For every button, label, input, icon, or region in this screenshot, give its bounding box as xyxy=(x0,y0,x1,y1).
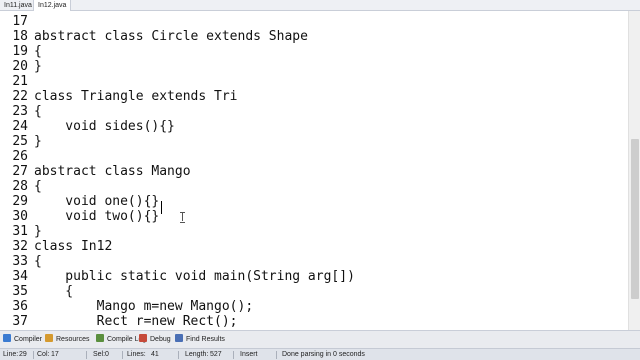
scrollbar-thumb[interactable] xyxy=(631,139,639,299)
code-line[interactable]: 33 { xyxy=(0,254,628,269)
code-line[interactable]: 18 abstract class Circle extends Shape xyxy=(0,29,628,44)
debug-icon xyxy=(139,334,147,342)
line-number: 18 xyxy=(12,29,28,44)
line-number: 26 xyxy=(12,149,28,164)
code-text[interactable]: void sides(){} xyxy=(34,119,175,134)
code-line[interactable]: 28 { xyxy=(0,179,628,194)
code-text[interactable]: { xyxy=(34,254,42,269)
panel-tab-debug[interactable]: Debug xyxy=(150,333,171,347)
sel-value: 0 xyxy=(105,351,109,358)
code-line[interactable]: 29 void one(){} xyxy=(0,194,628,209)
code-line[interactable]: 23 { xyxy=(0,104,628,119)
code-line[interactable]: 21 xyxy=(0,74,628,89)
code-line[interactable]: 17 xyxy=(0,14,628,29)
ibeam-cursor-icon xyxy=(180,212,185,223)
lines-label: Lines: xyxy=(127,351,146,358)
code-text[interactable]: void one(){} xyxy=(34,194,159,209)
bottom-panel-tabs: Compiler Resources Compile Log Debug Find Re… xyxy=(0,330,640,348)
col-value: 17 xyxy=(51,351,59,358)
lines-value: 41 xyxy=(151,351,159,358)
line-number: 19 xyxy=(12,44,28,59)
line-number: 33 xyxy=(12,254,28,269)
resources-icon xyxy=(45,334,53,342)
sel-label: Sel: xyxy=(93,351,106,358)
line-number: 20 xyxy=(12,59,28,74)
insert-mode-indicator[interactable]: Insert xyxy=(240,349,258,360)
code-text[interactable]: public static void main(String arg[]) xyxy=(34,269,355,284)
line-number: 24 xyxy=(12,119,28,134)
status-divider xyxy=(233,351,234,359)
line-number: 25 xyxy=(12,134,28,149)
code-line[interactable]: 36 Mango m=new Mango(); xyxy=(0,299,628,314)
col-label: Col: xyxy=(37,351,50,358)
line-number: 27 xyxy=(12,164,28,179)
find-results-icon xyxy=(175,334,183,342)
text-cursor xyxy=(161,201,162,214)
code-line[interactable]: 19 { xyxy=(0,44,628,59)
code-line[interactable]: 20} xyxy=(0,59,628,74)
compiler-icon xyxy=(3,334,11,342)
code-text[interactable]: { xyxy=(34,179,42,194)
code-editor[interactable]: 17 18 abstract class Circle extends Shape 1… xyxy=(0,11,628,330)
length-label: Length: xyxy=(185,351,209,358)
line-number: 37 xyxy=(12,314,28,329)
tab-in11-java[interactable]: In11.java xyxy=(0,0,37,11)
code-text[interactable]: { xyxy=(34,44,42,59)
line-number: 36 xyxy=(12,299,28,314)
code-text[interactable]: } xyxy=(34,134,42,149)
line-number: 34 xyxy=(12,269,28,284)
code-line[interactable]: 31} xyxy=(0,224,628,239)
code-line[interactable]: 27 abstract class Mango xyxy=(0,164,628,179)
code-text[interactable]: abstract class Circle extends Shape xyxy=(34,29,308,44)
line-number: 32 xyxy=(12,239,28,254)
code-text[interactable]: { xyxy=(34,104,42,119)
panel-tab-compiler[interactable]: Compiler xyxy=(14,333,42,347)
code-text[interactable]: class Triangle extends Tri xyxy=(34,89,238,104)
code-line[interactable]: 30 void two(){} xyxy=(0,209,628,224)
line-number: 31 xyxy=(12,224,28,239)
status-divider xyxy=(33,351,34,359)
line-number: 30 xyxy=(12,209,28,224)
panel-tab-resources[interactable]: Resources xyxy=(56,333,89,347)
line-value: 29 xyxy=(19,351,27,358)
status-bar: Line: 29 Col: 17 Sel: 0 Lines: 41 Length… xyxy=(0,348,640,360)
line-number: 21 xyxy=(12,74,28,89)
line-number: 17 xyxy=(12,14,28,29)
length-value: 527 xyxy=(210,351,222,358)
code-line[interactable]: 22 class Triangle extends Tri xyxy=(0,89,628,104)
code-text[interactable]: class In12 xyxy=(34,239,112,254)
code-text[interactable]: } xyxy=(34,59,42,74)
line-number: 28 xyxy=(12,179,28,194)
line-number: 23 xyxy=(12,104,28,119)
status-divider xyxy=(86,351,87,359)
code-line[interactable]: 32 class In12 xyxy=(0,239,628,254)
code-line[interactable]: 26 xyxy=(0,149,628,164)
line-number: 29 xyxy=(12,194,28,209)
code-text[interactable]: Mango m=new Mango(); xyxy=(34,299,254,314)
code-text[interactable]: abstract class Mango xyxy=(34,164,191,179)
line-label: Line: xyxy=(3,351,19,358)
editor-tab-bar: In11.java In12.java xyxy=(0,0,640,12)
status-divider xyxy=(276,351,277,359)
compile-log-icon xyxy=(96,334,104,342)
vertical-scrollbar[interactable] xyxy=(628,11,640,330)
status-divider xyxy=(122,351,123,359)
status-message: Done parsing in 0 seconds xyxy=(282,351,365,358)
code-line[interactable]: 25} xyxy=(0,134,628,149)
panel-tab-find-results[interactable]: Find Results xyxy=(186,333,225,347)
code-text[interactable]: Rect r=new Rect(); xyxy=(34,314,238,329)
code-text[interactable]: } xyxy=(34,224,42,239)
code-line[interactable]: 24 void sides(){} xyxy=(0,119,628,134)
code-line[interactable]: 35 { xyxy=(0,284,628,299)
line-number: 22 xyxy=(12,89,28,104)
code-text[interactable]: void two(){} xyxy=(34,209,159,224)
status-divider xyxy=(178,351,179,359)
line-number: 35 xyxy=(12,284,28,299)
code-line[interactable]: 37 Rect r=new Rect(); xyxy=(0,314,628,329)
code-text[interactable]: { xyxy=(34,284,73,299)
code-line[interactable]: 34 public static void main(String arg[]) xyxy=(0,269,628,284)
